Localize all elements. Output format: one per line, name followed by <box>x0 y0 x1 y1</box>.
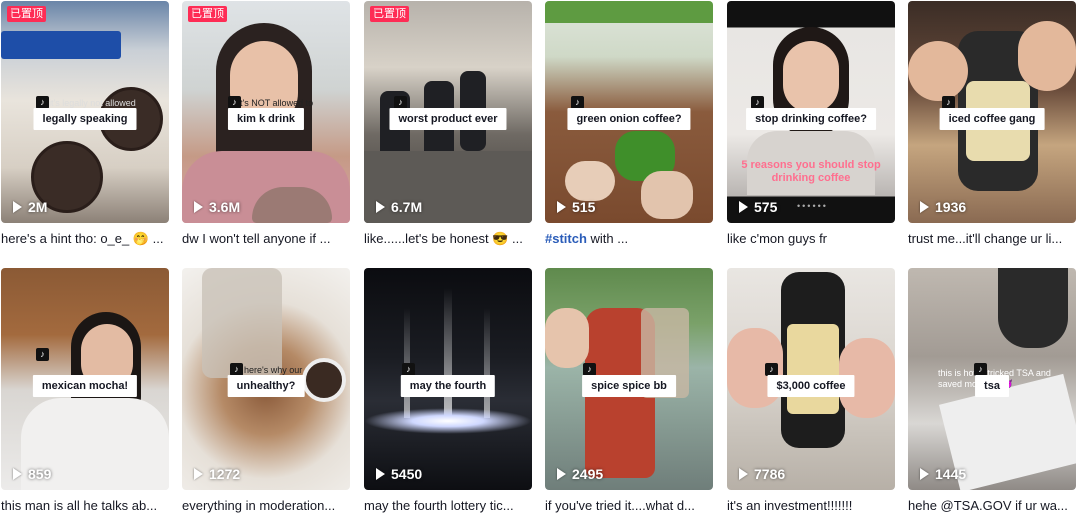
carousel-dots: •••••• <box>797 201 828 211</box>
view-count: 859 <box>13 466 51 482</box>
video-caption[interactable]: it's an investment!!!!!!! <box>727 498 899 514</box>
video-thumbnail[interactable]: here's why our ♪ unhealthy? 1272 <box>182 268 350 490</box>
view-count: 515 <box>557 199 595 215</box>
text-sticker: iced coffee gang <box>939 108 1045 130</box>
video-card[interactable]: ♪ spice spice bb 2495 if you've tried it… <box>545 268 713 514</box>
video-thumbnail[interactable]: it's NOT allowed to 已置顶 ♪ kim k drink 3.… <box>182 1 350 223</box>
video-caption[interactable]: like......let's be honest 😎 ... <box>364 231 536 247</box>
video-thumbnail[interactable]: ♪ mexican mocha! 859 <box>1 268 169 490</box>
tiktok-logo-icon: ♪ <box>36 348 49 361</box>
hand-shape <box>565 161 615 201</box>
text-sticker: unhealthy? <box>227 375 305 397</box>
text-sticker: worst product ever <box>389 108 507 130</box>
play-icon <box>376 468 385 480</box>
video-thumbnail[interactable]: 已置顶 ♪ worst product ever 6.7M <box>364 1 532 223</box>
green-onion-shape <box>545 1 713 23</box>
video-caption[interactable]: trust me...it'll change ur li... <box>908 231 1080 247</box>
pinned-badge: 已置顶 <box>7 6 46 22</box>
person-shape <box>998 268 1068 348</box>
light-beam-shape <box>484 308 490 418</box>
play-icon <box>376 201 385 213</box>
glass-shape <box>202 268 282 378</box>
text-sticker: tsa <box>975 375 1009 397</box>
pinned-badge: 已置顶 <box>370 6 409 22</box>
view-count: 1936 <box>920 199 966 215</box>
video-thumbnail[interactable]: ♪ $3,000 coffee 7786 <box>727 268 895 490</box>
video-card[interactable]: ♪ mexican mocha! 859 this man is all he … <box>1 268 169 514</box>
hand-shape <box>908 41 968 101</box>
play-icon <box>920 201 929 213</box>
oreo-box-shape <box>1 31 121 59</box>
fountain-shape <box>364 408 532 434</box>
video-caption[interactable]: hehe @TSA.GOV if ur wa... <box>908 498 1080 514</box>
text-sticker: stop drinking coffee? <box>746 108 876 130</box>
play-icon <box>739 468 748 480</box>
play-icon <box>920 468 929 480</box>
view-count: 5450 <box>376 466 422 482</box>
video-card[interactable]: this is how I tricked TSA and saved mone… <box>908 268 1076 514</box>
view-count: 6.7M <box>376 199 422 215</box>
text-sticker: legally speaking <box>33 108 137 130</box>
label-shape <box>787 324 839 414</box>
video-card[interactable]: ♪ iced coffee gang 1936 trust me...it'll… <box>908 1 1076 247</box>
overlay-text: 5 reasons you should stop drinking coffe… <box>741 159 881 184</box>
view-count: 1445 <box>920 466 966 482</box>
face-shape <box>783 41 839 113</box>
view-count: 7786 <box>739 466 785 482</box>
hashtag-link[interactable]: #stitch <box>545 231 587 246</box>
video-grid: it's legally not allowed 已置顶 ♪ legally s… <box>0 0 1080 518</box>
text-sticker: green onion coffee? <box>567 108 691 130</box>
play-icon <box>194 468 203 480</box>
video-thumbnail[interactable]: ♪ may the fourth 5450 <box>364 268 532 490</box>
play-icon <box>557 468 566 480</box>
video-caption[interactable]: #stitch with ... <box>545 231 717 247</box>
view-count: 2495 <box>557 466 603 482</box>
view-count: 3.6M <box>194 199 240 215</box>
video-card[interactable]: ♪ may the fourth 5450 may the fourth lot… <box>364 268 532 514</box>
text-sticker: spice spice bb <box>582 375 676 397</box>
view-count: 1272 <box>194 466 240 482</box>
video-card[interactable]: it's legally not allowed 已置顶 ♪ legally s… <box>1 1 169 247</box>
light-beam-shape <box>444 288 452 418</box>
video-card[interactable]: ♪ $3,000 coffee 7786 it's an investment!… <box>727 268 895 514</box>
text-sticker: $3,000 coffee <box>767 375 855 397</box>
video-caption[interactable]: dw I won't tell anyone if ... <box>182 231 354 247</box>
video-thumbnail[interactable]: 5 reasons you should stop drinking coffe… <box>727 1 895 223</box>
video-thumbnail[interactable]: ♪ iced coffee gang 1936 <box>908 1 1076 223</box>
play-icon <box>13 201 22 213</box>
video-caption[interactable]: may the fourth lottery tic... <box>364 498 536 514</box>
play-icon <box>13 468 22 480</box>
view-count: 575 <box>739 199 777 215</box>
text-sticker: kim k drink <box>227 108 305 130</box>
video-card[interactable]: ♪ green onion coffee? 515 #stitch with .… <box>545 1 713 247</box>
view-count: 2M <box>13 199 47 215</box>
video-card[interactable]: 已置顶 ♪ worst product ever 6.7M like......… <box>364 1 532 247</box>
video-caption[interactable]: everything in moderation... <box>182 498 354 514</box>
play-icon <box>557 201 566 213</box>
video-thumbnail[interactable]: ♪ spice spice bb 2495 <box>545 268 713 490</box>
text-sticker: mexican mocha! <box>32 375 138 397</box>
cup-shape <box>302 358 346 402</box>
video-thumbnail[interactable]: this is how I tricked TSA and saved mone… <box>908 268 1076 490</box>
hand-shape <box>641 171 693 219</box>
video-thumbnail[interactable]: ♪ green onion coffee? 515 <box>545 1 713 223</box>
caption-text: with ... <box>586 231 629 246</box>
video-card[interactable]: 5 reasons you should stop drinking coffe… <box>727 1 895 247</box>
video-caption[interactable]: if you've tried it....what d... <box>545 498 717 514</box>
hand-shape <box>545 308 589 368</box>
video-thumbnail[interactable]: it's legally not allowed 已置顶 ♪ legally s… <box>1 1 169 223</box>
video-card[interactable]: here's why our ♪ unhealthy? 1272 everyth… <box>182 268 350 514</box>
text-sticker: may the fourth <box>400 375 496 397</box>
video-caption[interactable]: like c'mon guys fr <box>727 231 899 247</box>
video-card[interactable]: it's NOT allowed to 已置顶 ♪ kim k drink 3.… <box>182 1 350 247</box>
video-caption[interactable]: here's a hint tho: o_e_ 🤭 ... <box>1 231 173 247</box>
pinned-badge: 已置顶 <box>188 6 227 22</box>
hand-shape <box>1018 21 1076 91</box>
play-icon <box>194 201 203 213</box>
video-caption[interactable]: this man is all he talks ab... <box>1 498 173 514</box>
play-icon <box>739 201 748 213</box>
